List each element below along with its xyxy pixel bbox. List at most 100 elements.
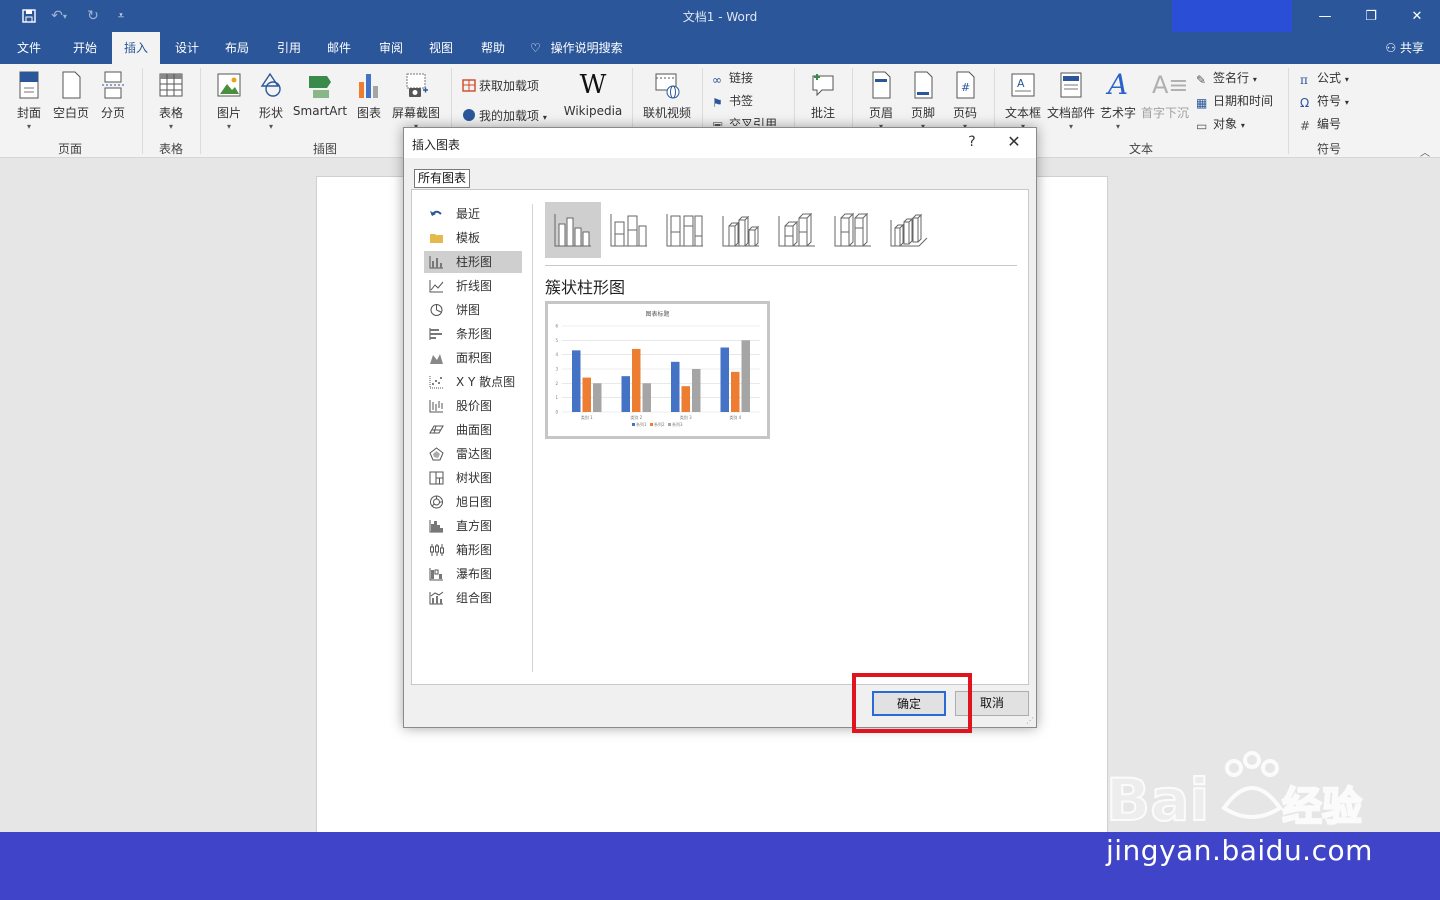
subtype-percent-stacked-column[interactable]	[657, 202, 713, 258]
y-tick-label: 3	[555, 367, 558, 372]
wikipedia-button[interactable]: W Wikipedia	[560, 70, 626, 118]
tab-home[interactable]: 开始	[62, 32, 108, 64]
category-recent[interactable]: 最近	[424, 203, 522, 225]
my-addins-button[interactable]: 我的加载项 ▾	[462, 106, 547, 126]
legend-swatch	[668, 423, 671, 426]
tab-design[interactable]: 设计	[164, 32, 210, 64]
tell-me-search[interactable]: ♡ 操作说明搜索	[530, 32, 640, 64]
tab-all-charts[interactable]: 所有图表	[414, 169, 471, 188]
page-break-button[interactable]: 分页	[96, 70, 130, 121]
table-button[interactable]: 表格 ▾	[152, 70, 190, 131]
blank-page-icon	[62, 71, 81, 99]
blank-page-button[interactable]: 空白页	[50, 70, 92, 121]
wordart-label: 艺术字	[1099, 106, 1136, 120]
cover-page-button[interactable]: 封面 ▾	[12, 70, 46, 131]
3d-clustered-column-icon	[722, 215, 760, 247]
symbol-button[interactable]: Ω 符号 ▾	[1300, 91, 1349, 111]
wordart-button[interactable]: A 艺术字 ▾	[1098, 70, 1138, 132]
minimize-button[interactable]: —	[1302, 0, 1348, 32]
omega-icon: Ω	[1300, 96, 1310, 110]
chart-preview[interactable]: 图表标题 0 1 2 3 4 5 6 类别 1 类别 2 类别 3 类别 4 系列1 系列2 系列3	[545, 301, 770, 439]
bar	[642, 383, 651, 412]
resize-grip-icon[interactable]: ⋰	[1026, 716, 1036, 726]
restore-button[interactable]: ❐	[1348, 0, 1394, 32]
dialog-close-button[interactable]: ✕	[1002, 132, 1026, 151]
category-area[interactable]: 面积图	[424, 347, 522, 369]
tab-layout[interactable]: 布局	[214, 32, 260, 64]
y-tick-label: 6	[555, 324, 558, 329]
category-line[interactable]: 折线图	[424, 275, 522, 297]
cross-reference-button[interactable]: ▣ 交叉引用	[712, 114, 777, 126]
subtype-3d-column[interactable]	[881, 202, 937, 258]
category-radar[interactable]: 雷达图	[424, 443, 522, 465]
preview-chart-svg: 图表标题 0 1 2 3 4 5 6 类别 1 类别 2 类别 3 类别 4 系列1 系列2 系列3	[555, 310, 760, 427]
category-templates[interactable]: 模板	[424, 227, 522, 249]
shapes-icon	[260, 72, 281, 97]
subtype-3d-clustered-column[interactable]	[713, 202, 769, 258]
waterfall-chart-icon	[429, 568, 443, 581]
date-time-button[interactable]: ▦ 日期和时间	[1196, 91, 1273, 111]
category-label: 饼图	[456, 303, 481, 317]
drop-cap-button[interactable]: A≡ 首字下沉	[1140, 70, 1190, 121]
link-button[interactable]: ∞ 链接	[712, 68, 753, 88]
subtype-clustered-column[interactable]	[545, 202, 601, 258]
tab-file[interactable]: 文件	[8, 32, 50, 64]
bar	[681, 386, 690, 412]
chart-button[interactable]: 图表	[352, 70, 386, 121]
group-label-illustrations: 插图	[312, 142, 337, 156]
tab-help[interactable]: 帮助	[470, 32, 516, 64]
page-number-button[interactable]: # 页码▾	[946, 70, 984, 131]
annotation-highlight-box	[852, 673, 972, 733]
bar	[582, 377, 591, 412]
picture-button[interactable]: 图片 ▾	[210, 70, 248, 131]
online-video-button[interactable]: 联机视频	[640, 70, 694, 121]
subtype-3d-percent-stacked-column[interactable]	[825, 202, 881, 258]
shapes-button[interactable]: 形状 ▾	[252, 70, 290, 131]
category-surface[interactable]: 曲面图	[424, 419, 522, 441]
screenshot-button[interactable]: 屏幕截图▾	[390, 70, 442, 131]
share-button[interactable]: ⚇ 共享	[1385, 32, 1424, 64]
clustered-column-icon	[554, 214, 591, 247]
tab-references[interactable]: 引用	[266, 32, 312, 64]
category-treemap[interactable]: 树状图	[424, 467, 522, 489]
subtype-3d-stacked-column[interactable]	[769, 202, 825, 258]
category-column[interactable]: 柱形图	[424, 251, 522, 273]
folder-icon	[430, 234, 443, 243]
equation-button[interactable]: π 公式 ▾	[1300, 68, 1349, 88]
bookmark-button[interactable]: ⚑ 书签	[712, 91, 753, 111]
object-button[interactable]: ▭ 对象 ▾	[1196, 114, 1245, 134]
tab-review[interactable]: 审阅	[368, 32, 414, 64]
numbering-button[interactable]: # 编号	[1300, 114, 1341, 134]
category-stock[interactable]: 股价图	[424, 395, 522, 417]
3d-stacked-column-icon	[778, 212, 815, 247]
text-box-button[interactable]: A 文本框▾	[1002, 70, 1044, 131]
dialog-help-button[interactable]: ?	[962, 134, 982, 150]
tab-insert[interactable]: 插入	[112, 32, 160, 64]
scatter-chart-icon	[429, 376, 443, 389]
signature-line-button[interactable]: ✎ 签名行 ▾	[1196, 68, 1257, 88]
y-tick-label: 4	[555, 352, 558, 357]
smartart-button[interactable]: SmartArt	[292, 70, 348, 118]
bar	[741, 340, 750, 412]
quick-parts-button[interactable]: 文档部件 ▾	[1046, 70, 1096, 131]
subtype-stacked-column[interactable]	[601, 202, 657, 258]
comment-button[interactable]: 批注	[802, 70, 844, 121]
tab-view[interactable]: 视图	[418, 32, 464, 64]
category-scatter[interactable]: X Y 散点图	[424, 371, 522, 393]
category-combo[interactable]: 组合图	[424, 587, 522, 609]
tab-mailings[interactable]: 邮件	[316, 32, 362, 64]
close-window-button[interactable]: ✕	[1394, 0, 1440, 32]
category-histogram[interactable]: 直方图	[424, 515, 522, 537]
category-waterfall[interactable]: 瀑布图	[424, 563, 522, 585]
sunburst-chart-icon	[430, 495, 443, 509]
get-addins-button[interactable]: 获取加载项	[462, 76, 539, 96]
footer-button[interactable]: 页脚▾	[904, 70, 942, 131]
category-sunburst[interactable]: 旭日图	[424, 491, 522, 513]
category-bar[interactable]: 条形图	[424, 323, 522, 345]
y-tick-label: 5	[555, 338, 558, 343]
collapse-ribbon-icon[interactable]: ︿	[1420, 144, 1430, 159]
ribbon-tabs: 文件 开始 插入 设计 布局 引用 邮件 审阅 视图 帮助 ♡ 操作说明搜索 ⚇…	[0, 32, 1440, 64]
category-pie[interactable]: 饼图	[424, 299, 522, 321]
header-button[interactable]: 页眉▾	[862, 70, 900, 131]
category-box-whisker[interactable]: 箱形图	[424, 539, 522, 561]
